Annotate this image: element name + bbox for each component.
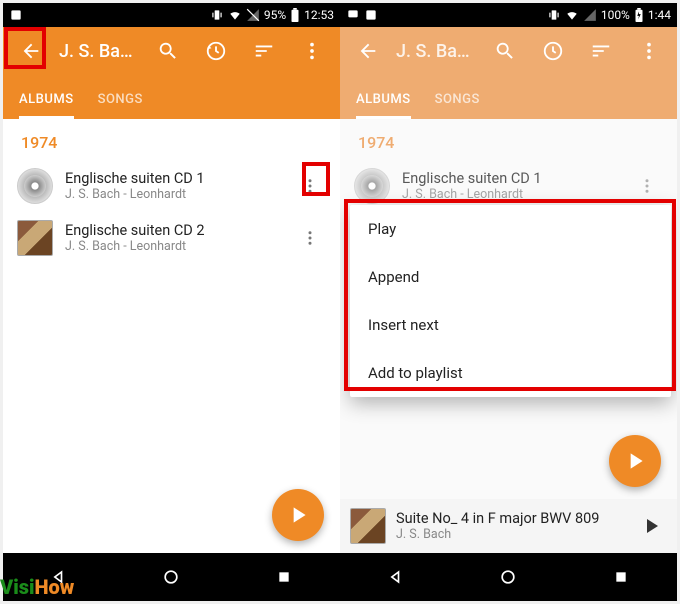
notification-icon xyxy=(364,8,378,22)
page-title: J. S. Bach -... xyxy=(59,41,140,62)
album-art-icon xyxy=(17,220,53,256)
context-menu: Play Append Insert next Add to playlist xyxy=(350,205,671,397)
tab-bar: ALBUMS SONGS xyxy=(3,75,340,119)
list-item-title: Englische suiten CD 2 xyxy=(65,222,282,239)
nav-back[interactable] xyxy=(376,557,416,597)
section-year: 1974 xyxy=(340,119,677,160)
battery-text: 95% xyxy=(264,8,286,22)
search-button[interactable] xyxy=(485,31,525,71)
history-button[interactable] xyxy=(533,31,573,71)
list-item[interactable]: Englische suiten CD 1 J. S. Bach - Leonh… xyxy=(3,160,340,212)
sort-button[interactable] xyxy=(244,31,284,71)
more-vert-icon xyxy=(301,40,323,62)
menu-append[interactable]: Append xyxy=(350,253,671,301)
app-bar: J. S. Bach -... xyxy=(340,27,677,75)
play-icon xyxy=(285,502,311,528)
battery-charging-icon xyxy=(634,8,644,22)
watermark-b: How xyxy=(34,575,74,599)
vibrate-icon xyxy=(547,8,561,22)
tab-bar: ALBUMS SONGS xyxy=(340,75,677,119)
back-button[interactable] xyxy=(11,31,51,71)
list-item-text: Englische suiten CD 1 J. S. Bach - Leonh… xyxy=(402,170,619,202)
search-icon xyxy=(494,40,516,62)
nav-recent[interactable] xyxy=(264,557,304,597)
clock-text: 1:44 xyxy=(648,8,671,22)
album-art-icon xyxy=(17,168,53,204)
overflow-button[interactable] xyxy=(292,31,332,71)
list-item-subtitle: J. S. Bach - Leonhardt xyxy=(402,187,619,202)
wifi-icon xyxy=(565,8,579,22)
list-item-title: Englische suiten CD 1 xyxy=(402,170,619,187)
item-more-button[interactable] xyxy=(631,170,663,202)
battery-icon xyxy=(290,8,300,22)
play-icon xyxy=(639,514,663,538)
nav-bar xyxy=(340,553,677,601)
play-fab[interactable] xyxy=(272,489,324,541)
overflow-button[interactable] xyxy=(629,31,669,71)
item-more-button[interactable] xyxy=(294,222,326,254)
phone-right: 100% 1:44 J. S. Bach -... ALBUMS SONGS 1… xyxy=(340,3,677,601)
album-art-icon xyxy=(354,168,390,204)
search-icon xyxy=(157,40,179,62)
now-playing-bar[interactable]: Suite No_ 4 in F major BWV 809 J. S. Bac… xyxy=(340,499,677,553)
clock-text: 12:53 xyxy=(304,8,334,22)
tab-songs[interactable]: SONGS xyxy=(98,92,143,119)
status-bar: 95% 12:53 xyxy=(3,3,340,27)
list-item-subtitle: J. S. Bach - Leonhardt xyxy=(65,187,282,202)
list-item[interactable]: Englische suiten CD 2 J. S. Bach - Leonh… xyxy=(3,212,340,264)
tab-albums[interactable]: ALBUMS xyxy=(19,92,74,119)
signal-icon xyxy=(583,8,597,22)
page-title: J. S. Bach -... xyxy=(396,41,477,62)
notification-icon xyxy=(9,8,23,22)
battery-text: 100% xyxy=(601,8,630,22)
more-vert-icon xyxy=(638,177,656,195)
sort-icon xyxy=(253,40,275,62)
list-item-title: Englische suiten CD 1 xyxy=(65,170,282,187)
nav-home[interactable] xyxy=(151,557,191,597)
history-icon xyxy=(542,40,564,62)
play-fab[interactable] xyxy=(609,435,661,487)
history-icon xyxy=(205,40,227,62)
signal-icon xyxy=(246,8,260,22)
history-button[interactable] xyxy=(196,31,236,71)
back-button[interactable] xyxy=(348,31,388,71)
list-item-text: Englische suiten CD 1 J. S. Bach - Leonh… xyxy=(65,170,282,202)
nav-recent[interactable] xyxy=(601,557,641,597)
list-item-text: Englische suiten CD 2 J. S. Bach - Leonh… xyxy=(65,222,282,254)
now-playing-subtitle: J. S. Bach xyxy=(396,527,625,542)
list-item-subtitle: J. S. Bach - Leonhardt xyxy=(65,239,282,254)
play-icon xyxy=(622,448,648,474)
sort-button[interactable] xyxy=(581,31,621,71)
now-playing-text: Suite No_ 4 in F major BWV 809 J. S. Bac… xyxy=(396,510,625,542)
more-vert-icon xyxy=(301,177,319,195)
item-more-button[interactable] xyxy=(294,170,326,202)
search-button[interactable] xyxy=(148,31,188,71)
app-bar: J. S. Bach -... xyxy=(3,27,340,75)
watermark: VisiHow xyxy=(0,575,74,600)
now-playing-title: Suite No_ 4 in F major BWV 809 xyxy=(396,510,625,527)
phone-left: 95% 12:53 J. S. Bach -... ALBUMS SONGS 1… xyxy=(3,3,340,601)
sort-icon xyxy=(590,40,612,62)
nav-home[interactable] xyxy=(488,557,528,597)
menu-insert-next[interactable]: Insert next xyxy=(350,301,671,349)
now-playing-play[interactable] xyxy=(635,510,667,542)
watermark-a: Visi xyxy=(0,575,34,599)
wifi-icon xyxy=(228,8,242,22)
more-vert-icon xyxy=(301,229,319,247)
tab-songs[interactable]: SONGS xyxy=(435,92,480,119)
tab-albums[interactable]: ALBUMS xyxy=(356,92,411,119)
content-area: 1974 Englische suiten CD 1 J. S. Bach - … xyxy=(3,119,340,553)
notification-icon xyxy=(346,8,360,22)
vibrate-icon xyxy=(210,8,224,22)
now-playing-art xyxy=(350,508,386,544)
menu-add-playlist[interactable]: Add to playlist xyxy=(350,349,671,397)
more-vert-icon xyxy=(638,40,660,62)
menu-play[interactable]: Play xyxy=(350,205,671,253)
section-year: 1974 xyxy=(3,119,340,160)
status-bar: 100% 1:44 xyxy=(340,3,677,27)
